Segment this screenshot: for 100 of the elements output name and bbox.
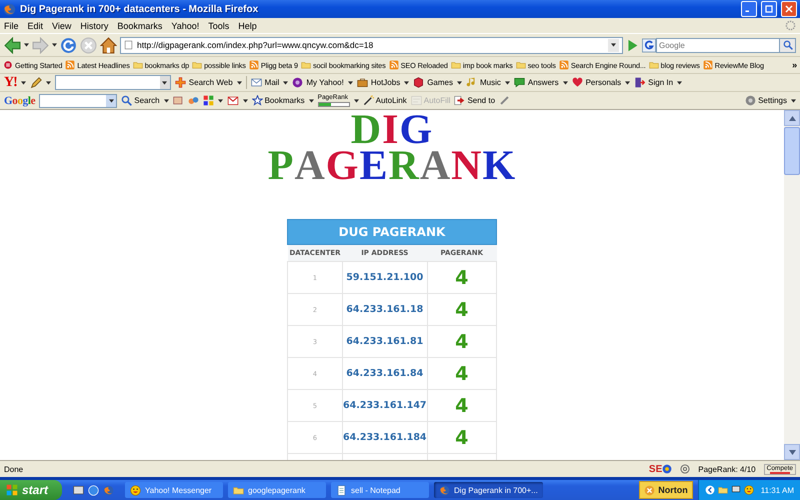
pencil-icon[interactable]: [30, 76, 42, 88]
page-icon[interactable]: [3, 60, 13, 70]
feed-icon[interactable]: [702, 60, 713, 70]
caret-icon[interactable]: [283, 80, 288, 84]
search-field[interactable]: [39, 94, 118, 108]
scrollbar-track[interactable]: [784, 110, 800, 460]
caret-icon[interactable]: [348, 80, 353, 84]
caret-icon[interactable]: [504, 80, 510, 84]
search-icon[interactable]: [121, 95, 132, 106]
caret-icon[interactable]: [562, 80, 568, 84]
caret-icon[interactable]: [24, 43, 29, 47]
caret-icon[interactable]: [218, 98, 223, 102]
scrollbar-thumb[interactable]: [784, 127, 800, 175]
caret-icon[interactable]: [164, 98, 169, 102]
toolbar-button[interactable]: Bookmarks: [264, 96, 305, 105]
menu-item[interactable]: File: [4, 20, 19, 30]
norton-button[interactable]: Norton: [639, 481, 693, 499]
caret-icon[interactable]: [611, 43, 616, 47]
yahoo-logo[interactable]: Y!: [4, 74, 17, 90]
globe-icon[interactable]: [88, 484, 100, 496]
go-arrow-icon[interactable]: [626, 38, 639, 52]
caret-icon[interactable]: [46, 80, 51, 84]
more-bookmarks-button[interactable]: »: [792, 60, 797, 70]
briefcase-icon[interactable]: [356, 77, 368, 88]
menu-item[interactable]: Bookmarks: [117, 20, 162, 30]
send-arrow-icon[interactable]: [454, 95, 466, 106]
orb-icon[interactable]: [662, 464, 672, 474]
caret-icon[interactable]: [242, 98, 248, 102]
door-icon[interactable]: [634, 77, 646, 88]
caret-icon[interactable]: [162, 80, 168, 84]
search-field[interactable]: Google: [656, 38, 780, 52]
feed-icon[interactable]: [388, 60, 399, 70]
start-button[interactable]: start: [0, 480, 62, 500]
menu-item[interactable]: Help: [238, 20, 257, 30]
search-button[interactable]: [780, 38, 796, 52]
heart-icon[interactable]: [572, 77, 583, 88]
toolbar-button[interactable]: Mail: [264, 78, 280, 87]
speech-bubble-icon[interactable]: [514, 77, 525, 88]
address-field[interactable]: http://digpagerank.com/index.php?url=www.qncyw.com&dc=18: [120, 36, 623, 54]
caret-icon[interactable]: [354, 98, 359, 102]
star-icon[interactable]: [252, 95, 263, 106]
popup-icon[interactable]: [172, 95, 184, 106]
toolbar-button[interactable]: Send to: [467, 96, 496, 105]
wand-icon[interactable]: [362, 95, 374, 106]
menu-item[interactable]: View: [52, 20, 72, 30]
google-logo[interactable]: Google: [4, 94, 36, 106]
caret-icon[interactable]: [236, 80, 242, 84]
taskbar-button[interactable]: googlepagerank: [228, 482, 326, 498]
menu-item[interactable]: Yahoo!: [171, 20, 200, 30]
caret-icon[interactable]: [20, 80, 26, 84]
caret-icon[interactable]: [625, 80, 630, 84]
circle-icon[interactable]: [292, 77, 304, 88]
toolbar-button[interactable]: Search Web: [188, 78, 233, 87]
toolbar-button[interactable]: My Yahoo!: [306, 78, 344, 87]
minimize-button[interactable]: [741, 1, 757, 17]
caret-icon[interactable]: [791, 98, 796, 102]
menu-item[interactable]: Edit: [28, 20, 44, 30]
menu-item[interactable]: Tools: [208, 20, 230, 30]
home-icon[interactable]: [100, 36, 117, 54]
caret-icon[interactable]: [108, 98, 114, 102]
taskbar-button[interactable]: Dig Pagerank in 700+...: [434, 482, 543, 498]
at-sign-icon[interactable]: [680, 464, 690, 474]
reload-icon[interactable]: [60, 36, 77, 54]
envelope-icon[interactable]: [250, 77, 262, 88]
window-icon[interactable]: [202, 95, 214, 106]
desktop-icon[interactable]: [73, 484, 84, 496]
monitor-icon[interactable]: [730, 485, 741, 495]
scroll-down-button[interactable]: [784, 444, 800, 460]
caret-icon[interactable]: [52, 43, 57, 47]
search-engine-icon[interactable]: [642, 38, 656, 52]
toolbar-button[interactable]: Answers: [528, 78, 559, 87]
shapes-icon[interactable]: [188, 95, 199, 106]
toolbar-button[interactable]: AutoLink: [376, 96, 407, 105]
plus-icon[interactable]: [174, 77, 186, 88]
envelope-icon[interactable]: [226, 95, 239, 106]
scroll-up-button[interactable]: [784, 110, 800, 126]
toolbar-button[interactable]: HotJobs: [370, 78, 400, 87]
taskbar-button[interactable]: Yahoo! Messenger: [125, 482, 224, 498]
caret-icon[interactable]: [404, 80, 410, 84]
maximize-button[interactable]: [761, 1, 777, 17]
cube-icon[interactable]: [413, 77, 424, 88]
settings-icon[interactable]: [745, 95, 756, 106]
toolbar-button[interactable]: Sign In: [648, 78, 674, 87]
toolbar-button[interactable]: Personals: [586, 78, 622, 87]
dropdown-button[interactable]: [608, 38, 619, 52]
caret-icon[interactable]: [677, 80, 682, 84]
feed-icon[interactable]: [65, 60, 76, 70]
spellcheck-icon[interactable]: [499, 95, 510, 106]
seo-logo[interactable]: SE: [648, 464, 662, 474]
menu-item[interactable]: History: [80, 20, 108, 30]
taskbar-button[interactable]: sell - Notepad: [331, 482, 430, 498]
search-field[interactable]: [54, 75, 171, 90]
close-button[interactable]: [781, 1, 797, 17]
feed-icon[interactable]: [558, 60, 569, 70]
chevron-icon[interactable]: [704, 485, 715, 495]
feed-icon[interactable]: [248, 60, 259, 70]
caret-icon[interactable]: [457, 80, 462, 84]
toolbar-button[interactable]: Games: [427, 78, 453, 87]
toolbar-button[interactable]: Search: [134, 96, 160, 105]
caret-icon[interactable]: [308, 98, 314, 102]
